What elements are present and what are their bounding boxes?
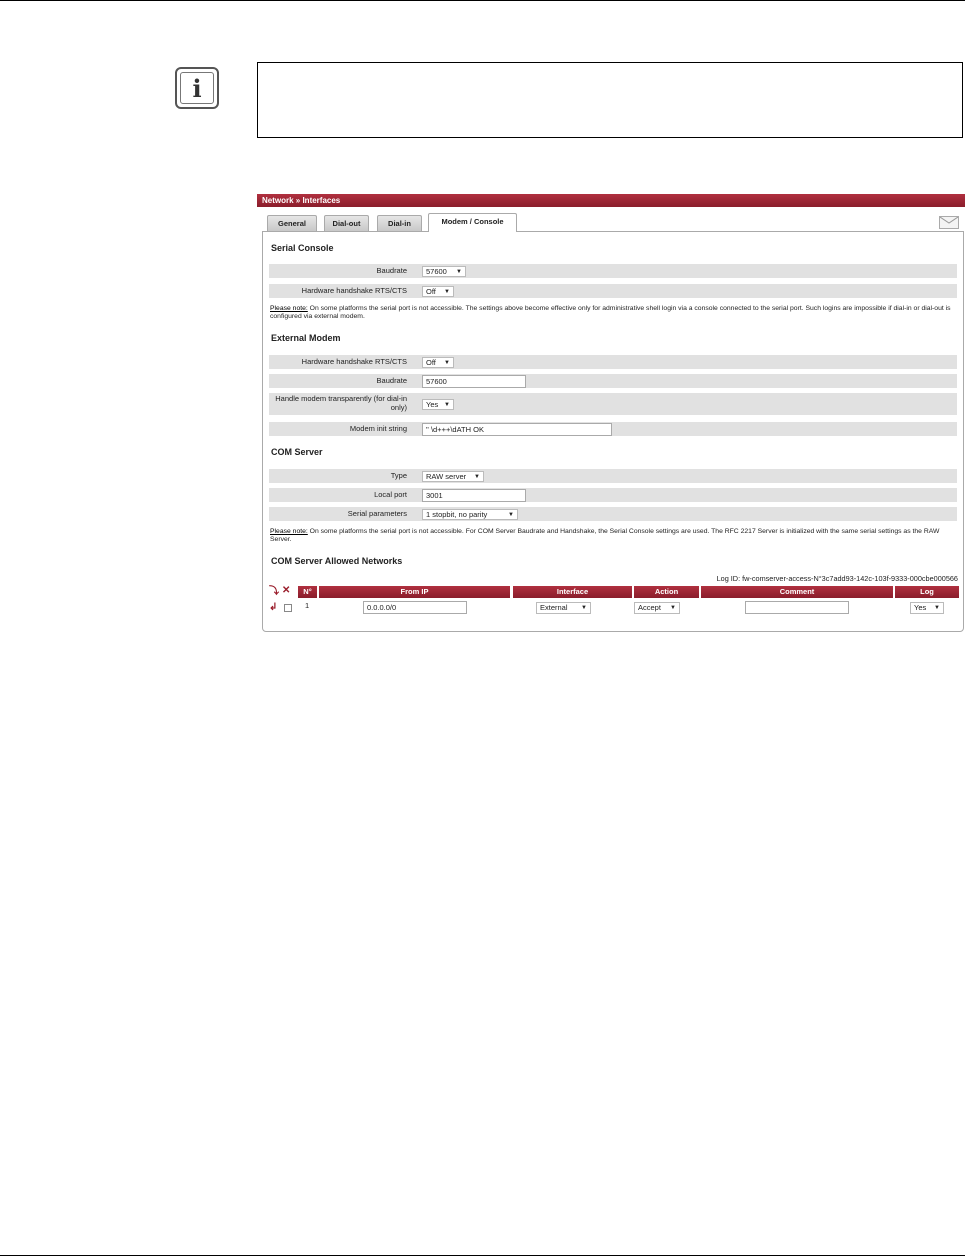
com-server-note: Please note: On some platforms the seria…	[270, 528, 940, 543]
serial-baudrate-label: Baudrate	[376, 266, 407, 275]
chevron-down-icon: ▼	[474, 474, 480, 480]
column-header-log[interactable]: Log	[895, 586, 959, 598]
serial-baudrate-select[interactable]: 57600 ▼	[422, 266, 466, 277]
chevron-down-icon: ▼	[581, 605, 587, 611]
chevron-down-icon: ▼	[444, 402, 450, 408]
interface-select[interactable]: External ▼	[536, 602, 591, 614]
page-top-rule	[0, 0, 965, 1]
serial-handshake-select[interactable]: Off ▼	[422, 286, 454, 297]
modem-handshake-select[interactable]: Off ▼	[422, 357, 454, 368]
modem-baudrate-input[interactable]: 57600	[422, 375, 526, 388]
log-select[interactable]: Yes ▼	[910, 602, 944, 614]
note-box	[257, 62, 963, 138]
column-header-from-ip[interactable]: From IP	[319, 586, 510, 598]
com-port-input[interactable]: 3001	[422, 489, 526, 502]
add-row-icon[interactable]: ⤵	[269, 587, 279, 597]
modem-handshake-label: Hardware handshake RTS/CTS	[301, 357, 407, 366]
chevron-down-icon: ▼	[670, 605, 676, 611]
serial-handshake-label: Hardware handshake RTS/CTS	[301, 286, 407, 295]
serial-console-note: Please note: On some platforms the seria…	[270, 305, 951, 320]
chevron-down-icon: ▼	[934, 605, 940, 611]
modem-baudrate-label: Baudrate	[376, 376, 407, 385]
column-header-interface[interactable]: Interface	[513, 586, 632, 598]
comment-input[interactable]	[745, 601, 849, 614]
com-port-row: Local port 3001	[269, 488, 957, 502]
row-select-checkbox[interactable]	[284, 604, 292, 612]
com-type-label: Type	[390, 471, 407, 480]
chevron-down-icon: ▼	[444, 360, 450, 366]
mail-icon[interactable]	[939, 216, 959, 229]
row-number: 1	[305, 601, 310, 610]
section-title-allowed-networks: COM Server Allowed Networks	[271, 556, 403, 566]
modem-init-row: Modem init string '' \d+++\dATH OK	[269, 422, 957, 436]
chevron-down-icon: ▼	[444, 289, 450, 295]
tab-dial-out[interactable]: Dial-out	[324, 215, 369, 231]
column-header-action[interactable]: Action	[634, 586, 699, 598]
column-header-number: N°	[298, 586, 317, 598]
action-select[interactable]: Accept ▼	[634, 602, 680, 614]
modem-transparent-select[interactable]: Yes ▼	[422, 399, 454, 410]
modem-init-input[interactable]: '' \d+++\dATH OK	[422, 423, 612, 436]
modem-init-label: Modem init string	[349, 424, 407, 433]
log-id: Log ID: fw-comserver-access-N°3c7add93-1…	[716, 574, 958, 583]
serial-baudrate-row: Baudrate 57600 ▼	[269, 264, 957, 278]
com-port-label: Local port	[374, 490, 407, 499]
section-title-external-modem: External Modem	[271, 333, 341, 343]
chevron-down-icon: ▼	[508, 512, 514, 518]
tab-dial-in[interactable]: Dial-in	[377, 215, 422, 231]
com-type-select[interactable]: RAW server ▼	[422, 471, 484, 482]
com-serial-params-label: Serial parameters	[347, 509, 407, 518]
column-header-comment[interactable]: Comment	[701, 586, 893, 598]
info-icon: i	[175, 67, 219, 109]
breadcrumb: Network » Interfaces	[257, 194, 965, 207]
interface-screenshot: Network » Interfaces General Dial-out Di…	[257, 194, 965, 635]
com-serial-params-select[interactable]: 1 stopbit, no parity ▼	[422, 509, 518, 520]
com-type-row: Type RAW server ▼	[269, 469, 957, 483]
section-title-com-server: COM Server	[271, 447, 323, 457]
tab-modem-console[interactable]: Modem / Console	[428, 213, 517, 232]
section-title-serial-console: Serial Console	[271, 243, 334, 253]
modem-transparent-row: Handle modem transparently (for dial-in …	[269, 393, 957, 415]
insert-row-icon[interactable]: ↲	[269, 603, 277, 613]
modem-handshake-row: Hardware handshake RTS/CTS Off ▼	[269, 355, 957, 369]
tab-general[interactable]: General	[267, 215, 317, 231]
modem-baudrate-row: Baudrate 57600	[269, 374, 957, 388]
page-bottom-rule	[0, 1255, 965, 1256]
chevron-down-icon: ▼	[456, 269, 462, 275]
from-ip-input[interactable]: 0.0.0.0/0	[363, 601, 467, 614]
modem-transparent-label: Handle modem transparently (for dial-in …	[275, 394, 407, 412]
serial-handshake-row: Hardware handshake RTS/CTS Off ▼	[269, 284, 957, 298]
delete-row-icon[interactable]: ✕	[282, 586, 290, 596]
com-serial-params-row: Serial parameters 1 stopbit, no parity ▼	[269, 507, 957, 521]
